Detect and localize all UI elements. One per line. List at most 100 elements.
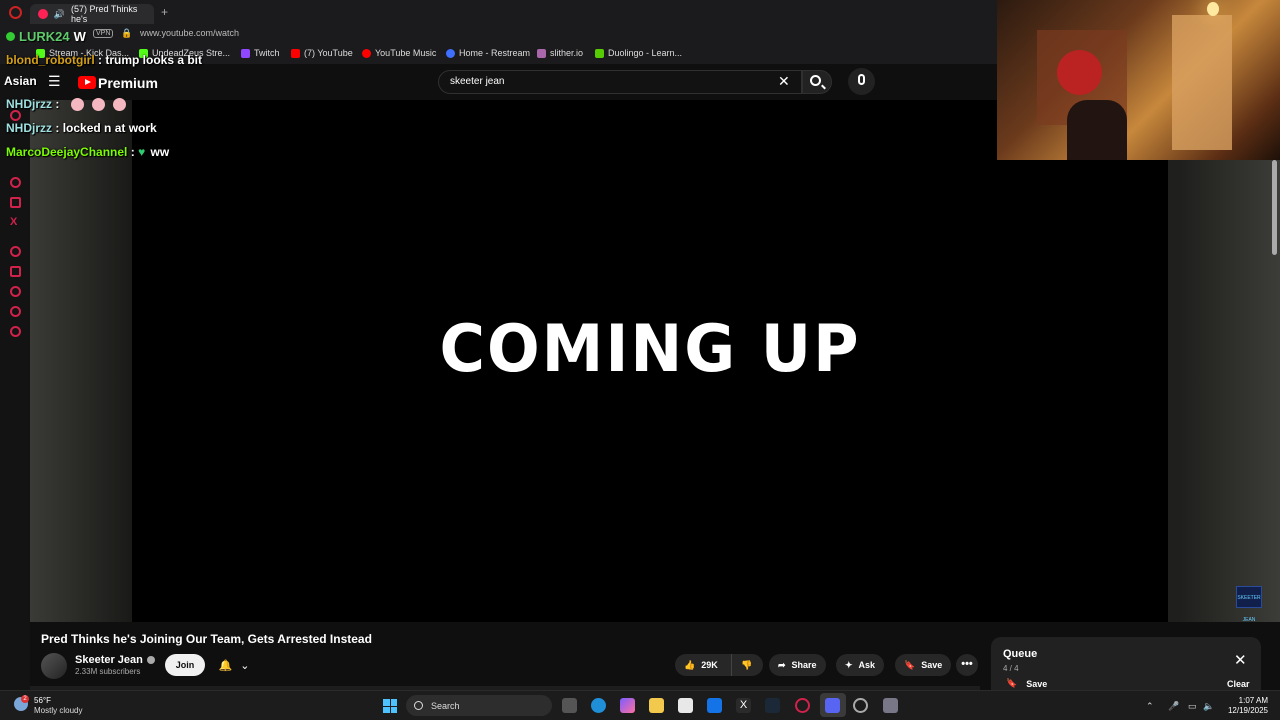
browser-tab-active[interactable]: 🔊 (57) Pred Thinks he's bbox=[30, 4, 154, 24]
clock-time[interactable]: 1:07 AM bbox=[1232, 696, 1268, 705]
lock-icon[interactable]: 🔒 bbox=[121, 28, 132, 39]
queue-count: 4 / 4 bbox=[1003, 664, 1019, 673]
task-view-icon[interactable] bbox=[562, 698, 577, 713]
sidebar-messenger-icon[interactable] bbox=[10, 110, 21, 121]
channel-name[interactable]: Skeeter Jean bbox=[75, 654, 155, 666]
sidebar-wallet-icon[interactable] bbox=[10, 266, 21, 277]
obs-icon[interactable] bbox=[853, 698, 868, 713]
weather-temperature[interactable]: 56°F bbox=[34, 696, 51, 705]
bookmark-slither[interactable]: slither.io bbox=[537, 48, 583, 58]
bookmark-label: Duolingo - Learn... bbox=[608, 48, 683, 58]
bell-icon: 🔔 bbox=[218, 659, 233, 672]
dislike-button[interactable]: 👎 bbox=[731, 654, 763, 676]
new-tab-button[interactable]: + bbox=[161, 5, 168, 19]
bookmark-restream[interactable]: Home - Restream bbox=[446, 48, 530, 58]
sidebar-instagram-icon[interactable] bbox=[10, 177, 21, 188]
join-button[interactable]: Join bbox=[165, 654, 205, 676]
page-scrollbar[interactable] bbox=[1272, 160, 1277, 255]
steam-icon[interactable] bbox=[765, 698, 780, 713]
share-label: Share bbox=[791, 660, 817, 670]
opera-gx-icon[interactable] bbox=[795, 698, 810, 713]
channel-watermark[interactable]: SKEETER JEAN bbox=[1236, 586, 1262, 623]
save-label: Save bbox=[921, 660, 943, 670]
microphone-icon[interactable] bbox=[858, 74, 865, 85]
search-icon[interactable] bbox=[810, 75, 821, 86]
bookmark-youtube[interactable]: (7) YouTube bbox=[291, 48, 353, 58]
check-icon bbox=[6, 32, 15, 41]
youtube-music-icon bbox=[362, 48, 371, 58]
sidebar-twitch-icon[interactable] bbox=[10, 197, 21, 208]
recording-icon bbox=[38, 9, 48, 19]
sidebar-pin-icon[interactable] bbox=[10, 306, 21, 317]
discord-icon[interactable] bbox=[825, 698, 840, 713]
file-explorer-icon[interactable] bbox=[649, 698, 664, 713]
slither-icon bbox=[537, 48, 546, 58]
sidebar-history-icon[interactable] bbox=[10, 286, 21, 297]
sidebar-settings-icon[interactable] bbox=[10, 326, 21, 337]
chat-username: blond_robotgirl bbox=[6, 53, 95, 67]
share-icon: ➦ bbox=[778, 659, 786, 670]
bookmark-duolingo[interactable]: Duolingo - Learn... bbox=[595, 48, 682, 58]
chat-separator: : bbox=[130, 145, 135, 159]
chat-username: MarcoDeejayChannel bbox=[6, 145, 128, 159]
bookmark-label: YouTube Music bbox=[375, 48, 437, 58]
queue-save-button[interactable]: 🔖 Save bbox=[1006, 678, 1047, 689]
youtube-logo-icon[interactable] bbox=[78, 76, 96, 89]
video-title: Pred Thinks he's Joining Our Team, Gets … bbox=[41, 632, 372, 646]
close-icon[interactable]: ✕ bbox=[1234, 651, 1247, 669]
sidebar-x-icon[interactable]: X bbox=[10, 217, 21, 228]
more-actions-button[interactable]: ••• bbox=[956, 654, 978, 676]
verified-icon bbox=[146, 656, 155, 664]
screen: 🔊 (57) Pred Thinks he's + VPN 🔒 www.yout… bbox=[0, 0, 1280, 720]
like-button[interactable]: 👍 29K bbox=[675, 654, 731, 676]
vpn-badge[interactable]: VPN bbox=[93, 29, 114, 38]
lurk-label: LURK24 bbox=[19, 29, 70, 44]
store-icon[interactable] bbox=[678, 698, 693, 713]
duolingo-icon bbox=[595, 48, 604, 58]
ask-button[interactable]: ✦ Ask bbox=[836, 654, 885, 676]
opera-logo-icon[interactable] bbox=[9, 6, 22, 19]
microphone-tray-icon[interactable]: 🎤 bbox=[1168, 701, 1179, 712]
weather-badge: 2 bbox=[21, 695, 29, 703]
chat-message: MarcoDeejayChannel : ♥ ww bbox=[6, 145, 169, 159]
queue-clear-button[interactable]: Clear bbox=[1227, 679, 1250, 689]
sidebar-music-icon[interactable] bbox=[10, 246, 21, 257]
channel-avatar[interactable] bbox=[41, 653, 67, 679]
weather-condition[interactable]: Mostly cloudy bbox=[34, 706, 82, 715]
taskbar-search-label: Search bbox=[431, 700, 460, 711]
share-button[interactable]: ➦ Share bbox=[769, 654, 826, 676]
lurk-suffix: W bbox=[73, 29, 86, 44]
sparkle-icon: ✦ bbox=[845, 659, 853, 670]
x-app-icon[interactable]: X bbox=[736, 698, 751, 713]
bookmark-youtube-music[interactable]: YouTube Music bbox=[362, 48, 436, 58]
save-button[interactable]: 🔖 Save bbox=[895, 654, 952, 676]
edge-icon[interactable] bbox=[591, 698, 606, 713]
url-field[interactable]: www.youtube.com/watch bbox=[140, 28, 239, 38]
webcam-chair bbox=[1067, 100, 1127, 160]
channel-name-text[interactable]: Skeeter Jean bbox=[75, 654, 143, 666]
chevron-up-icon[interactable]: ⌃ bbox=[1146, 701, 1154, 712]
volume-icon[interactable]: 🔈 bbox=[1203, 701, 1214, 712]
bookmark-label: (7) YouTube bbox=[304, 48, 353, 58]
mail-icon[interactable] bbox=[707, 698, 722, 713]
bookmark-twitch[interactable]: Twitch bbox=[241, 48, 280, 58]
chat-username: NHDjrzz bbox=[6, 97, 53, 111]
copilot-icon[interactable] bbox=[620, 698, 635, 713]
subscribe-bell-button[interactable]: 🔔 ⌄ bbox=[211, 654, 257, 676]
windows-start-icon[interactable] bbox=[383, 699, 397, 713]
clock-date[interactable]: 12/19/2025 bbox=[1226, 706, 1268, 715]
clear-search-icon[interactable]: ✕ bbox=[778, 73, 790, 90]
menu-icon[interactable]: ☰ bbox=[48, 74, 61, 88]
twitch-icon bbox=[241, 48, 250, 58]
thumbs-up-icon: 👍 bbox=[684, 659, 696, 670]
display-icon[interactable]: ▭ bbox=[1188, 701, 1197, 712]
taskbar-search[interactable]: Search bbox=[406, 695, 552, 716]
chat-message: NHDjrzz : bbox=[6, 97, 126, 112]
settings-gear-icon[interactable] bbox=[883, 698, 898, 713]
green-heart-icon: ♥ bbox=[138, 145, 146, 159]
ask-label: Ask bbox=[858, 660, 876, 670]
youtube-premium-label[interactable]: Premium bbox=[98, 75, 158, 91]
search-input-value[interactable]: skeeter jean bbox=[450, 76, 504, 87]
youtube-icon bbox=[291, 48, 300, 58]
speaker-icon[interactable]: 🔊 bbox=[54, 9, 65, 20]
